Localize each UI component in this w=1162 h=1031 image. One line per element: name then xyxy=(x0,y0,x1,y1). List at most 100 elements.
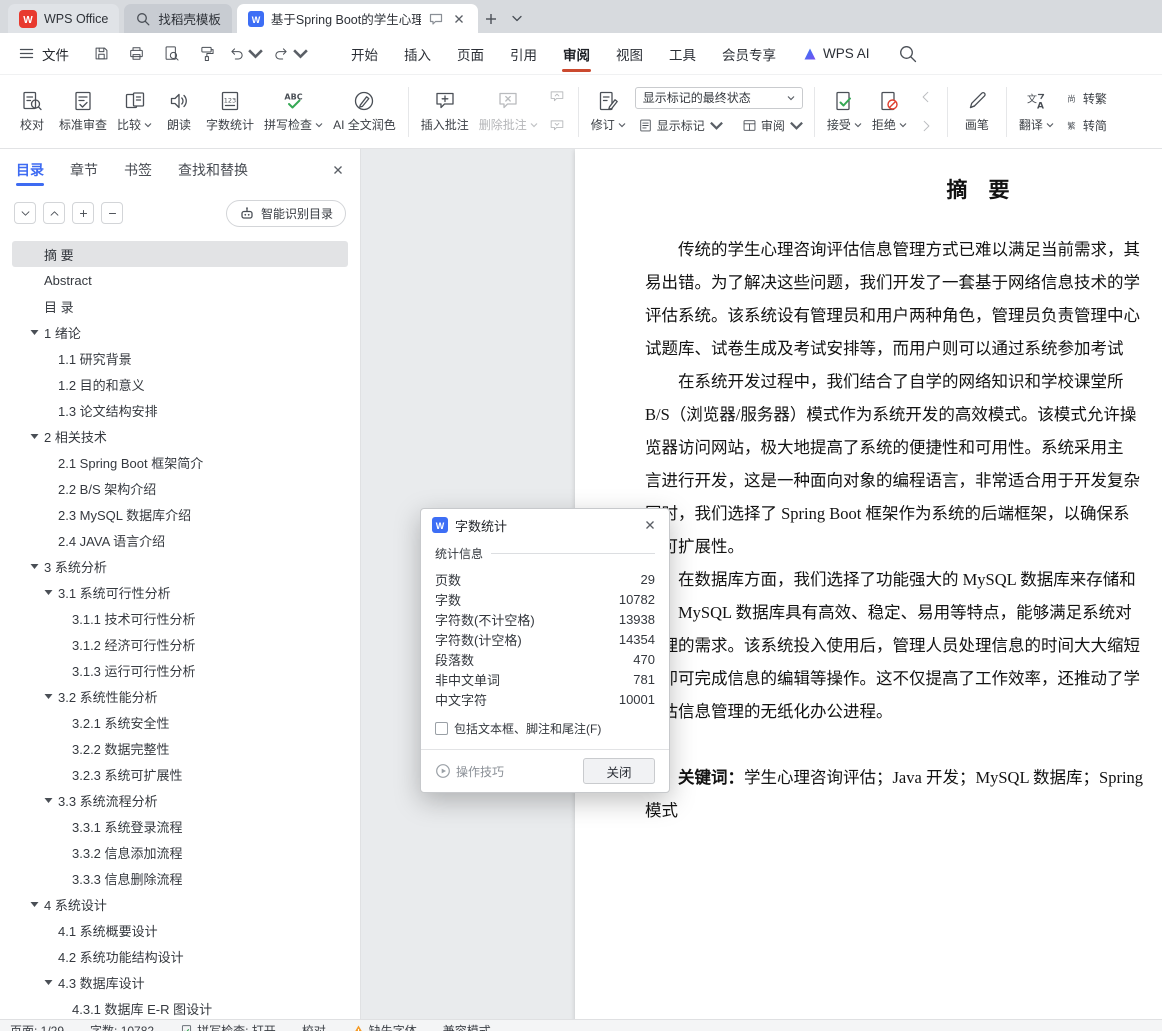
toc-collapse-icon[interactable] xyxy=(44,797,58,804)
toc-item[interactable]: 4.3.1 数据库 E-R 图设计 xyxy=(12,995,348,1021)
redo-button[interactable] xyxy=(270,41,312,67)
toc-item[interactable]: 1.1 研究背景 xyxy=(12,345,348,371)
document-tab[interactable]: W 基于Spring Boot的学生心理 xyxy=(236,4,478,33)
markup-state-combobox[interactable]: 显示标记的最终状态 xyxy=(634,86,803,109)
toc-item[interactable]: 3.1.2 经济可行性分析 xyxy=(12,631,348,657)
toc-item[interactable]: 4.1 系统概要设计 xyxy=(12,917,348,943)
print-preview-button[interactable] xyxy=(155,41,187,67)
ribbon-translate-button[interactable]: 文 A 翻译 xyxy=(1014,82,1059,142)
status-item-1[interactable]: 字数: 10782 xyxy=(90,1022,154,1031)
ribbon-word-count-button[interactable]: 123 字数统计 xyxy=(201,82,259,142)
toc-item[interactable]: 3.3 系统流程分析 xyxy=(12,787,348,813)
save-button[interactable] xyxy=(85,41,117,67)
menu-tab-6[interactable]: 工具 xyxy=(656,33,709,75)
toc-collapse-icon[interactable] xyxy=(44,979,58,986)
wps-home-tab[interactable]: W WPS Office xyxy=(8,4,120,33)
ribbon-standard-review-button[interactable]: 标准审查 xyxy=(54,82,112,142)
tips-link[interactable]: 操作技巧 xyxy=(435,763,504,780)
ribbon-to-simplified-button[interactable]: 繁转简 xyxy=(1061,114,1110,136)
ribbon-ai-polish-button[interactable]: AI 全文润色 xyxy=(328,82,401,142)
format-painter-button[interactable] xyxy=(190,41,222,67)
menu-tab-2[interactable]: 页面 xyxy=(444,33,497,75)
toc-collapse-icon[interactable] xyxy=(44,589,58,596)
status-item-5[interactable]: 兼容模式 xyxy=(443,1022,491,1031)
menu-tab-1[interactable]: 插入 xyxy=(391,33,444,75)
toc-item[interactable]: 1.3 论文结构安排 xyxy=(12,397,348,423)
toc-item[interactable]: 3.3.2 信息添加流程 xyxy=(12,839,348,865)
toc-item[interactable]: 4 系统设计 xyxy=(12,891,348,917)
toc-item[interactable]: 摘 要 xyxy=(12,241,348,267)
expand-all-button[interactable] xyxy=(14,202,36,224)
toc-item[interactable]: 4.2 系统功能结构设计 xyxy=(12,943,348,969)
toc-item[interactable]: 3.3.3 信息删除流程 xyxy=(12,865,348,891)
close-tab-icon[interactable] xyxy=(451,11,467,27)
toc-collapse-icon[interactable] xyxy=(30,433,44,440)
dialog-title-bar[interactable]: W 字数统计 xyxy=(421,509,669,541)
toc-item[interactable]: 2.3 MySQL 数据库介绍 xyxy=(12,501,348,527)
sidebar-tab-contents[interactable]: 目录 xyxy=(16,149,44,191)
ribbon-compare-button[interactable]: 比较 xyxy=(112,82,157,142)
ribbon-revision-button[interactable]: 修订 xyxy=(586,82,631,142)
sidebar-tab-chapters[interactable]: 章节 xyxy=(70,149,98,191)
toc-collapse-icon[interactable] xyxy=(30,901,44,908)
toc-collapse-icon[interactable] xyxy=(30,563,44,570)
toc-item[interactable]: 3.1.1 技术可行性分析 xyxy=(12,605,348,631)
docer-template-tab[interactable]: 找稻壳模板 xyxy=(124,4,232,33)
tab-list-dropdown[interactable] xyxy=(504,4,530,33)
expand-level-button[interactable] xyxy=(72,202,94,224)
toc-item[interactable]: Abstract xyxy=(12,267,348,293)
menu-tab-4[interactable]: 审阅 xyxy=(550,33,603,75)
status-item-2[interactable]: 拼写检查: 打开 xyxy=(180,1022,276,1031)
file-menu-button[interactable]: 文件 xyxy=(10,39,77,69)
undo-button[interactable] xyxy=(225,41,267,67)
status-item-0[interactable]: 页面: 1/29 xyxy=(10,1022,64,1031)
toc-item[interactable]: 1 绪论 xyxy=(12,319,348,345)
menu-tab-5[interactable]: 视图 xyxy=(603,33,656,75)
toc-item[interactable]: 2 相关技术 xyxy=(12,423,348,449)
sidebar-tab-find-replace[interactable]: 查找和替换 xyxy=(178,149,248,191)
status-item-4[interactable]: 缺失字体 xyxy=(352,1022,417,1031)
dialog-close-icon[interactable] xyxy=(642,517,658,533)
menu-tab-3[interactable]: 引用 xyxy=(497,33,550,75)
toc-item[interactable]: 1.2 目的和意义 xyxy=(12,371,348,397)
sidebar-tab-bookmarks[interactable]: 书签 xyxy=(124,149,152,191)
toc-item[interactable]: 3.3.1 系统登录流程 xyxy=(12,813,348,839)
toc-item[interactable]: 2.2 B/S 架构介绍 xyxy=(12,475,348,501)
status-item-3[interactable]: 校对 xyxy=(302,1022,326,1031)
toc-item[interactable]: 3 系统分析 xyxy=(12,553,348,579)
toc-item[interactable]: 3.2.3 系统可扩展性 xyxy=(12,761,348,787)
ribbon-review-pane-button[interactable]: 审阅 xyxy=(739,115,807,137)
dialog-close-button[interactable]: 关闭 xyxy=(583,758,655,784)
collapse-all-button[interactable] xyxy=(43,202,65,224)
toc-item[interactable]: 2.4 JAVA 语言介绍 xyxy=(12,527,348,553)
new-tab-button[interactable] xyxy=(478,4,504,33)
ribbon-insert-comment-button[interactable]: 插入批注 xyxy=(416,82,474,142)
ribbon-spellcheck-button[interactable]: ABC 拼写检查 xyxy=(259,82,328,142)
ribbon-show-markup-button[interactable]: 显示标记 xyxy=(635,115,727,137)
toc-item[interactable]: 3.1.3 运行可行性分析 xyxy=(12,657,348,683)
include-footnotes-checkbox[interactable]: 包括文本框、脚注和尾注(F) xyxy=(435,720,655,737)
ribbon-reject-button[interactable]: 拒绝 xyxy=(867,82,912,142)
smart-toc-button[interactable]: 智能识别目录 xyxy=(225,199,346,227)
toc-item[interactable]: 2.1 Spring Boot 框架简介 xyxy=(12,449,348,475)
sidebar-close-button[interactable] xyxy=(330,149,346,191)
toc-item[interactable]: 目 录 xyxy=(12,293,348,319)
search-button[interactable] xyxy=(894,40,922,68)
toc-collapse-icon[interactable] xyxy=(30,329,44,336)
ribbon-accept-button[interactable]: 接受 xyxy=(822,82,867,142)
ribbon-pen-button[interactable]: 画笔 xyxy=(955,82,999,142)
collapse-level-button[interactable] xyxy=(101,202,123,224)
ribbon-proofread-button[interactable]: 校对 xyxy=(10,82,54,142)
ribbon-to-traditional-button[interactable]: 尚转繁 xyxy=(1061,87,1110,109)
menu-tab-0[interactable]: 开始 xyxy=(338,33,391,75)
menu-tab-7[interactable]: 会员专享 xyxy=(709,33,789,75)
print-button[interactable] xyxy=(120,41,152,67)
toc-item[interactable]: 3.2.2 数据完整性 xyxy=(12,735,348,761)
toc-item[interactable]: 3.2.1 系统安全性 xyxy=(12,709,348,735)
menu-tab-8[interactable]: WPS AI xyxy=(789,33,883,75)
toc-collapse-icon[interactable] xyxy=(44,693,58,700)
toc-item[interactable]: 4.3 数据库设计 xyxy=(12,969,348,995)
ribbon-read-aloud-button[interactable]: 朗读 xyxy=(157,82,201,142)
toc-item[interactable]: 3.2 系统性能分析 xyxy=(12,683,348,709)
toc-item[interactable]: 3.1 系统可行性分析 xyxy=(12,579,348,605)
